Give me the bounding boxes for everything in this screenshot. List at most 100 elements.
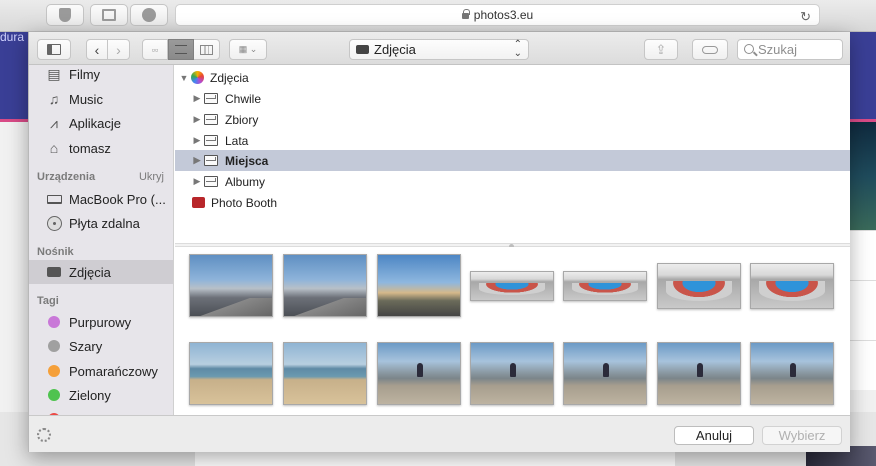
photo-thumbnail[interactable] [563, 342, 647, 405]
extension-icon [142, 8, 156, 22]
sidebar-item-label: Purpurowy [69, 314, 132, 330]
home-icon: ⌂ [49, 140, 59, 156]
office-icon [102, 9, 116, 21]
search-placeholder: Szukaj [758, 42, 798, 57]
location-label: Zdjęcia [374, 42, 416, 57]
tree-item-chwile[interactable]: ▶ Chwile [175, 88, 850, 109]
sidebar-item-label: Zdjęcia [69, 264, 111, 280]
sidebar: ▤ Filmy ♫ Music ⩘ Aplikacje ⌂ tomasz Urz… [29, 65, 174, 415]
person-figure [603, 363, 610, 377]
photo-thumbnail[interactable] [377, 254, 461, 317]
address-bar[interactable]: photos3.eu ↻ [175, 4, 820, 26]
tree-item-label: Zbiory [225, 112, 259, 127]
sidebar-item-label: Pomarańczowy [69, 363, 158, 379]
tag-color-dot [48, 316, 60, 328]
sidebar-hide-link[interactable]: Ukryj [139, 171, 164, 183]
sidebar-item-label: Aplikacje [69, 115, 122, 131]
dialog-button-bar: Anuluj Wybierz [29, 415, 850, 452]
sidebar-item-zdjecia[interactable]: Zdjęcia [29, 260, 173, 284]
sidebar-item-label: MacBook Pro (... [69, 191, 166, 207]
share-button[interactable]: ⇪ [644, 39, 678, 60]
tree-item-miejsca[interactable]: ▶ Miejsca [175, 150, 850, 171]
folder-icon [204, 176, 218, 187]
photo-booth-icon [192, 197, 205, 208]
extension-button[interactable] [130, 4, 168, 26]
pool-shape [666, 280, 732, 301]
page-card [850, 230, 876, 390]
sidebar-item-filmy[interactable]: ▤ Filmy [29, 65, 173, 86]
tree-item-albumy[interactable]: ▶ Albumy [175, 171, 850, 192]
person-figure [697, 363, 704, 377]
applications-icon: ⩘ [50, 114, 58, 131]
tags-button[interactable] [692, 39, 728, 60]
reload-icon[interactable]: ↻ [800, 7, 811, 27]
chevron-right-icon: › [116, 41, 121, 58]
sidebar-item-label: Filmy [69, 66, 101, 82]
list-view-button[interactable] [168, 39, 194, 60]
sidebar-tag-purple[interactable]: Purpurowy [29, 310, 173, 334]
folder-icon [204, 93, 218, 104]
sidebar-item-macbook[interactable]: MacBook Pro (... [29, 187, 173, 211]
location-popup[interactable]: Zdjęcia ⌃ ⌄ [349, 39, 529, 60]
photo-thumbnail[interactable] [563, 271, 647, 301]
pool-shape [479, 282, 545, 296]
search-field[interactable]: Szukaj [737, 39, 843, 60]
person-figure [790, 363, 797, 377]
photo-thumbnail[interactable] [470, 271, 554, 301]
tree-item-label: Albumy [225, 174, 266, 189]
photo-thumbnail[interactable] [470, 342, 554, 405]
disclosure-closed-icon: ▶ [193, 114, 201, 124]
sidebar-item-label: Szary [69, 338, 103, 354]
folder-icon [204, 114, 218, 125]
sidebar-tag-green[interactable]: Zielony [29, 383, 173, 407]
photo-thumbnail[interactable] [283, 342, 367, 405]
sidebar-item-label: Zielony [69, 387, 111, 403]
sidebar-item-label: tomasz [69, 140, 111, 156]
forward-button[interactable]: › [108, 39, 130, 60]
music-note-icon: ♫ [48, 91, 60, 107]
photo-thumbnail[interactable] [750, 263, 834, 309]
grid-icon: ▦ ⌄ [238, 44, 258, 54]
sidebar-heading-media: Nośnik [37, 246, 74, 258]
group-by-button[interactable]: ▦ ⌄ [229, 39, 267, 60]
photos-app-icon [191, 71, 204, 84]
disclosure-closed-icon: ▶ [193, 93, 201, 103]
photo-thumbnail[interactable] [750, 342, 834, 405]
privacy-shield-button[interactable] [46, 4, 84, 26]
sidebar-item-tomasz[interactable]: ⌂ tomasz [29, 136, 173, 160]
sidebar-toggle-button[interactable] [37, 39, 71, 60]
tree-root-zdjecia[interactable]: ▼ Zdjęcia [175, 67, 850, 88]
photo-thumbnail[interactable] [657, 342, 741, 405]
columns-icon [200, 44, 213, 55]
sidebar-icon [47, 44, 61, 55]
back-button[interactable]: ‹ [86, 39, 108, 60]
tag-icon [702, 45, 718, 54]
open-file-dialog: ‹ › ▫▫ ▦ ⌄ Zdjęcia ⌃ ⌄ ⇪ Szukaj ▤ Filmy … [28, 32, 850, 452]
office-extension-button[interactable] [90, 4, 128, 26]
person-figure [510, 363, 517, 377]
photo-thumbnail[interactable] [377, 342, 461, 405]
tree-item-lata[interactable]: ▶ Lata [175, 130, 850, 151]
photo-thumbnail[interactable] [283, 254, 367, 317]
cancel-button[interactable]: Anuluj [674, 426, 754, 445]
sidebar-tag-red[interactable] [29, 407, 173, 415]
sidebar-tag-orange[interactable]: Pomarańczowy [29, 359, 173, 383]
disc-icon [45, 214, 63, 232]
search-icon [744, 44, 754, 54]
tree-item-label: Miejsca [225, 153, 269, 168]
choose-button[interactable]: Wybierz [762, 426, 842, 445]
tree-item-photo-booth[interactable]: Photo Booth [175, 192, 850, 213]
photo-thumbnail[interactable] [189, 254, 273, 317]
tree-item-zbiory[interactable]: ▶ Zbiory [175, 109, 850, 130]
disclosure-open-icon: ▼ [179, 72, 189, 83]
column-view-button[interactable] [194, 39, 220, 60]
sidebar-item-aplikacje[interactable]: ⩘ Aplikacje [29, 111, 173, 135]
sidebar-item-remote-disc[interactable]: Płyta zdalna [29, 211, 173, 235]
photo-thumbnail[interactable] [189, 342, 273, 405]
tree-item-label: Lata [225, 133, 249, 148]
sidebar-tag-gray[interactable]: Szary [29, 334, 173, 358]
photo-thumbnail[interactable] [657, 263, 741, 309]
page-footer-card [195, 452, 675, 466]
icon-view-button[interactable]: ▫▫ [142, 39, 168, 60]
sidebar-item-music[interactable]: ♫ Music [29, 87, 173, 111]
